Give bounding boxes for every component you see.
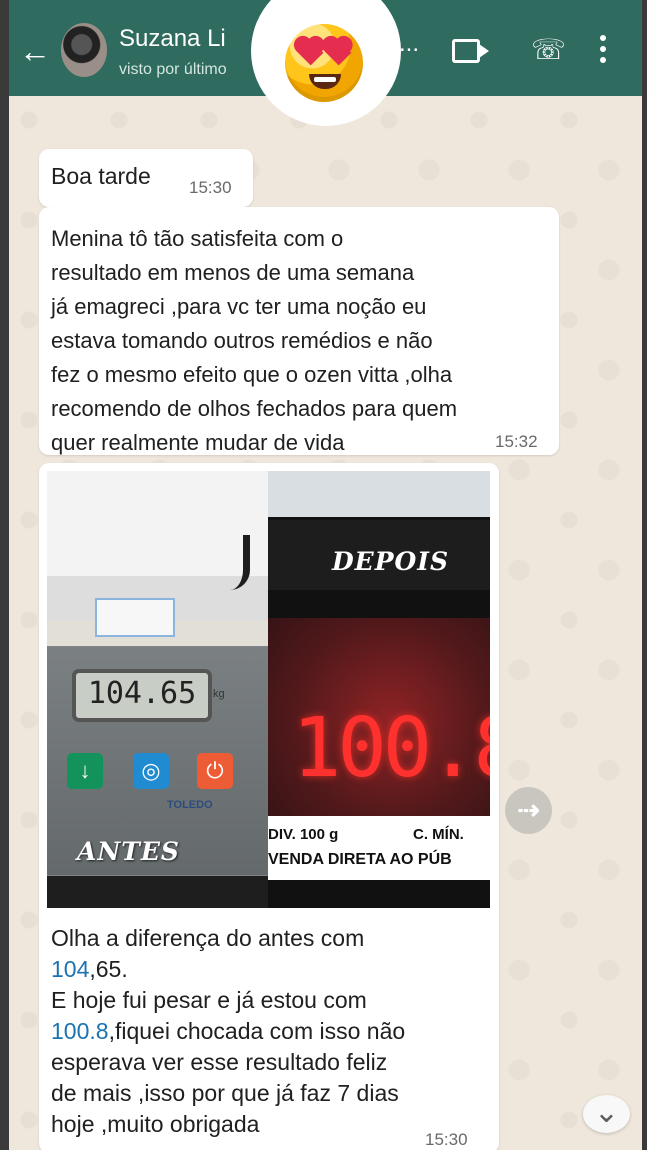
message-time: 15:32 [495,432,538,451]
scale-sales-text: VENDA DIRETA AO PÚB [268,851,452,868]
contact-name[interactable]: Suzana Li [119,24,226,54]
image-caption: Olha a diferença do antes com 104,65. E … [51,923,481,1140]
heart-eye-left-icon [296,38,324,66]
after-scale-display: 100.8 [292,701,490,796]
heart-eyes-emoji [285,24,363,102]
caption-line-4: 100.8,fiquei chocada com isso não [51,1016,481,1047]
caption-line-7: hoje ,muito obrigada [51,1111,260,1137]
vertical-ellipsis-icon[interactable] [599,35,607,67]
chat-screen: ← Suzana Li ... visto por último ☏ Boa t… [9,0,642,1150]
after-weight-link[interactable]: 100.8 [51,1018,109,1044]
image-message-time: 15:30 [425,1130,468,1149]
scale-keypad: ↓ ◎ ⏻ [67,753,237,789]
message-bubble-result[interactable]: Menina tô tão satisfeita com o resultado… [39,207,559,455]
screen-border-right [642,0,647,1150]
scale-minimum: C. MÍN. [413,826,464,843]
message-text: Menina tô tão satisfeita com o resultado… [51,226,458,455]
image-message-bubble[interactable]: 104.65 kg ↓ ◎ ⏻ TOLEDO ANTES DEPOIS 100.… [39,463,499,1150]
caption-line-3: E hoje fui pesar e já estou com [51,987,367,1013]
scale-brand-logo: TOLEDO [167,799,213,811]
power-key-icon: ⏻ [197,753,233,789]
smiling-mouth [309,74,341,89]
kg-unit-mark: kg [213,688,225,700]
zero-key-icon: ◎ [133,753,169,789]
message-time: 15:30 [189,178,232,197]
caption-line-4-rest: ,fiquei chocada com isso não [108,1018,406,1044]
phone-icon[interactable]: ☏ [531,36,566,64]
heart-eye-right-icon [324,38,352,66]
before-weight-decimal: ,65. [89,956,128,982]
double-chevron-down-icon[interactable]: ⌄ [583,1095,630,1133]
caption-line-5: esperava ver esse resultado feliz [51,1049,388,1075]
scale-info-band: DIV. 100 g C. MÍN. VENDA DIRETA AO PÚB [268,816,490,880]
scale-division: DIV. 100 g [268,826,339,843]
arrow-left-icon[interactable]: ← [19,34,53,68]
contact-avatar[interactable] [61,23,107,77]
tare-key-icon: ↓ [67,753,103,789]
scale-cable [220,535,250,590]
screen-border-left [0,0,9,1150]
before-scale-display: 104.65 [72,669,212,722]
forward-icon[interactable]: ⇢ [505,787,552,834]
caption-line-6: de mais ,isso por que já faz 7 dias [51,1080,399,1106]
before-photo: 104.65 kg ↓ ◎ ⏻ TOLEDO ANTES [47,471,268,908]
before-label: ANTES [77,837,180,866]
weight-comparison-photo[interactable]: 104.65 kg ↓ ◎ ⏻ TOLEDO ANTES DEPOIS 100.… [47,471,490,908]
ceiling-background [268,471,490,517]
message-text: Boa tarde [51,163,151,189]
video-camera-icon[interactable] [452,39,489,63]
message-bubble-greeting[interactable]: Boa tarde 15:30 [39,149,253,207]
after-label: DEPOIS [332,547,450,576]
inspection-sticker [95,598,175,637]
contact-name-ellipsis: ... [399,30,420,57]
after-photo: DEPOIS 100.8 DIV. 100 g C. MÍN. VENDA DI… [268,471,490,908]
before-weight-link[interactable]: 104 [51,956,89,982]
caption-line-2: 104,65. [51,954,481,985]
last-seen-status: visto por último [119,61,227,78]
caption-line-1: Olha a diferença do antes com [51,925,365,951]
